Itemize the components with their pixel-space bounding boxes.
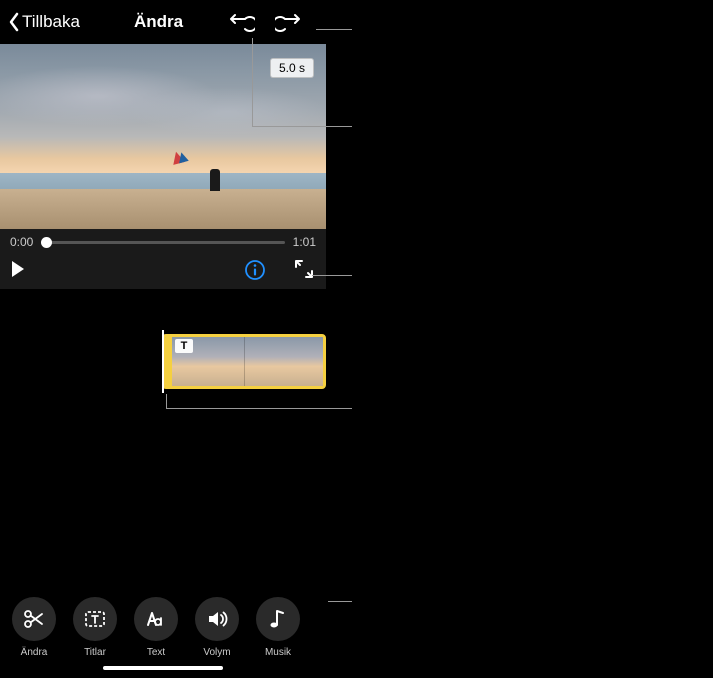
tool-label: Text — [147, 647, 165, 658]
tool-label: Volym — [203, 647, 230, 658]
tool-music[interactable]: Musik — [256, 597, 300, 658]
redo-icon — [275, 11, 301, 33]
callout-line — [166, 408, 352, 409]
music-icon — [266, 607, 290, 631]
info-icon — [244, 259, 266, 281]
preview-kite — [168, 147, 192, 171]
timeline[interactable]: T — [0, 334, 326, 389]
scissors-icon — [22, 607, 46, 631]
text-icon — [144, 607, 168, 631]
callout-line — [252, 38, 253, 126]
clip-thumbnail — [245, 337, 324, 386]
bottom-toolbar: Ändra Titlar Text — [0, 597, 326, 658]
info-button[interactable] — [244, 259, 266, 281]
back-button[interactable]: Tillbaka — [8, 12, 80, 32]
play-icon — [10, 260, 26, 278]
playback-bar: 0:00 1:01 — [0, 229, 326, 289]
tool-label: Ändra — [21, 647, 48, 658]
back-label: Tillbaka — [22, 12, 80, 32]
preview-person — [210, 169, 220, 191]
playhead[interactable] — [162, 330, 164, 393]
redo-button[interactable] — [273, 7, 303, 37]
callout-line — [252, 126, 352, 127]
tool-label: Musik — [265, 647, 291, 658]
callout-line — [328, 601, 352, 602]
undo-button[interactable] — [227, 7, 257, 37]
scrubber-handle[interactable] — [41, 237, 52, 248]
text-overlay-badge: T — [175, 339, 193, 353]
titles-icon — [83, 607, 107, 631]
tool-volume[interactable]: Volym — [195, 597, 239, 658]
timeline-clip[interactable]: T — [162, 334, 326, 389]
callout-line — [316, 29, 352, 30]
header-bar: Tillbaka Ändra — [0, 0, 713, 44]
tool-label: Titlar — [84, 647, 106, 658]
chevron-left-icon — [8, 12, 20, 32]
callout-line — [166, 394, 167, 408]
tool-edit[interactable]: Ändra — [12, 597, 56, 658]
preview-beach — [0, 189, 326, 229]
undo-icon — [229, 11, 255, 33]
time-total: 1:01 — [293, 235, 316, 249]
home-indicator[interactable] — [103, 666, 223, 670]
tool-titles[interactable]: Titlar — [73, 597, 117, 658]
fullscreen-button[interactable] — [294, 259, 316, 281]
scrubber[interactable] — [41, 241, 284, 244]
tool-text[interactable]: Text — [134, 597, 178, 658]
callout-line — [312, 275, 352, 276]
fullscreen-icon — [294, 259, 314, 279]
time-current: 0:00 — [10, 235, 33, 249]
duration-badge: 5.0 s — [270, 58, 314, 78]
volume-icon — [205, 607, 229, 631]
page-title: Ändra — [134, 12, 183, 32]
video-preview[interactable]: 5.0 s — [0, 44, 326, 229]
play-button[interactable] — [10, 260, 30, 280]
